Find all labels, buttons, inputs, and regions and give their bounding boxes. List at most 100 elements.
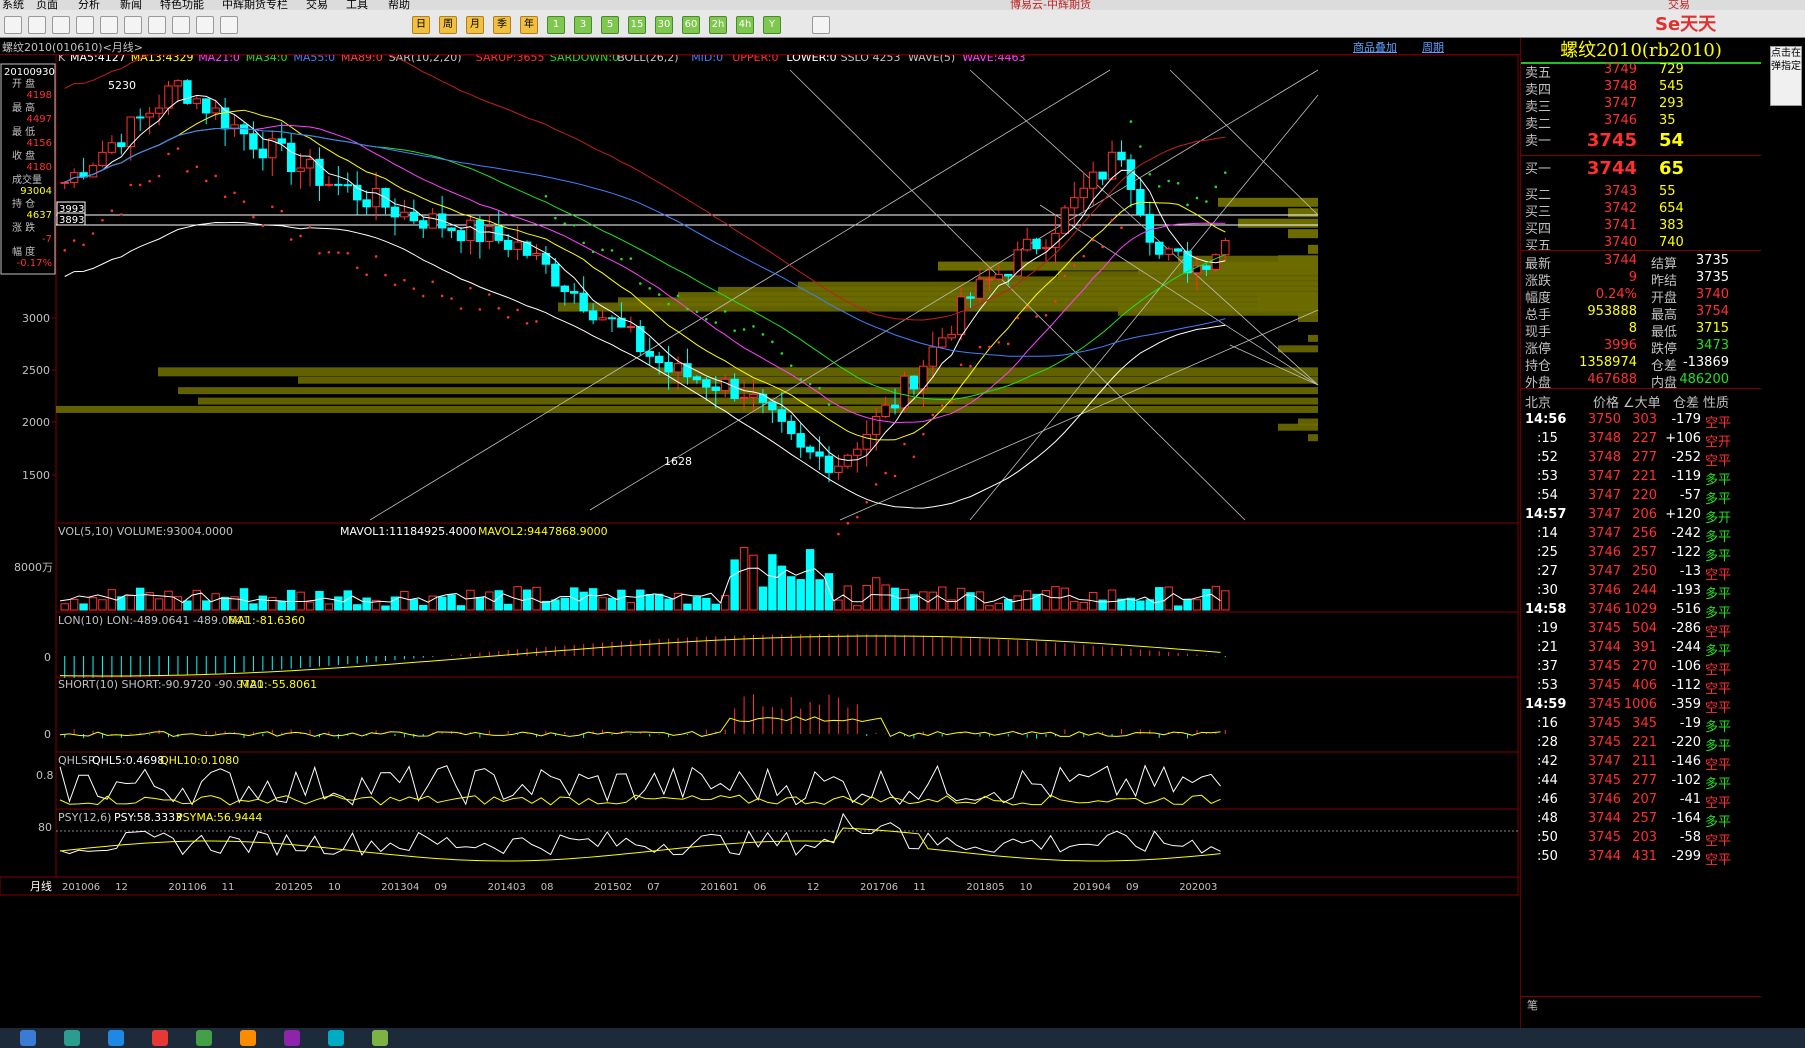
taskbar-app-icon-5[interactable] (240, 1030, 256, 1046)
volume-bar (985, 605, 994, 611)
menu-item-5[interactable]: 中辉期货专栏 (222, 0, 288, 10)
period-button-6[interactable]: 3 (574, 16, 592, 34)
volume-bar (126, 595, 135, 611)
side-popup-button[interactable]: 点击在弹指定 (1770, 46, 1802, 106)
menu-item-4[interactable]: 特色功能 (160, 0, 204, 10)
psy-axis-label: 80 (38, 821, 52, 834)
menu-item-7[interactable]: 工具 (346, 0, 368, 10)
period-button-10[interactable]: 60 (682, 16, 700, 34)
tick-row-20-cell-2: 207 (1632, 792, 1657, 807)
kline-chart[interactable]: 20100930开 盘4198最 高4497最 低4156收 盘4180成交量9… (0, 55, 1520, 1028)
zoom-in-icon[interactable] (52, 16, 70, 34)
period-button-7[interactable]: 5 (601, 16, 619, 34)
bid-row-2-cell-1: 3742 (1603, 201, 1637, 216)
sar-dot (148, 179, 151, 183)
period-button-3[interactable]: 季 (493, 16, 511, 34)
trade-button[interactable]: 交易 (1668, 0, 1690, 10)
x-tick-19: 201904 (1073, 882, 1111, 893)
taskbar-app-icon-1[interactable] (64, 1030, 80, 1046)
period-button-2[interactable]: 月 (466, 16, 484, 34)
period-button-0[interactable]: 日 (412, 16, 430, 34)
tick-row-12-cell-1: 3744 (1587, 640, 1621, 655)
x-tick-7: 09 (434, 882, 447, 893)
period-button-5[interactable]: 1 (547, 16, 565, 34)
candle-body (154, 107, 164, 114)
taskbar-app-icon-2[interactable] (108, 1030, 124, 1046)
tick-row-11-cell-1: 3745 (1587, 621, 1621, 636)
menu-item-2[interactable]: 分析 (78, 0, 100, 10)
new-icon[interactable] (172, 16, 190, 34)
filter-icon[interactable] (148, 16, 166, 34)
volume-bar (1202, 588, 1211, 611)
pen-icon[interactable] (124, 16, 142, 34)
tick-row-11-cell-2: 504 (1632, 621, 1657, 636)
period-button-8[interactable]: 15 (628, 16, 646, 34)
volume-bar (683, 603, 692, 611)
taskbar-app-icon-7[interactable] (328, 1030, 344, 1046)
taskbar-app-icon-0[interactable] (20, 1030, 36, 1046)
draw-icon[interactable] (100, 16, 118, 34)
candle-body (730, 378, 739, 400)
trade-tab[interactable]: 笔 (1521, 996, 1761, 1012)
refresh-icon[interactable] (28, 16, 46, 34)
overlay-link[interactable]: 商品叠加 (1353, 39, 1397, 55)
sar-dot (101, 218, 104, 222)
volume-bar (400, 591, 409, 611)
period-button-12[interactable]: 4h (736, 16, 754, 34)
volume-bar (286, 589, 296, 611)
period-button-13[interactable]: Y (763, 16, 781, 34)
menu-item-0[interactable]: 系统 (2, 0, 24, 10)
sar-dot (120, 213, 123, 216)
tick-row-1-cell-2: 227 (1632, 431, 1657, 446)
taskbar-app-icon-8[interactable] (372, 1030, 388, 1046)
menu-item-1[interactable]: 页面 (36, 0, 58, 10)
profile-bar (198, 397, 1318, 405)
qhlsr-title: QHLSR (58, 754, 96, 767)
menu-item-3[interactable]: 新闻 (120, 0, 142, 10)
sar-dot (1129, 120, 1133, 123)
zoom-out-icon[interactable] (76, 16, 94, 34)
stat-row-2-cell-3: 3740 (1695, 287, 1729, 302)
sar-dot (865, 501, 869, 504)
period-button-1[interactable]: 周 (439, 16, 457, 34)
sar-dot (186, 170, 189, 173)
stat-row-7: 外盘 467688 内盘 486200 (1521, 370, 1761, 391)
candle-body (211, 107, 220, 114)
tick-row-14-cell-1: 3745 (1587, 678, 1621, 693)
tick-icon[interactable] (220, 16, 238, 34)
tick-row-5-cell-2: 206 (1632, 507, 1657, 522)
period-button-11[interactable]: 2h (709, 16, 727, 34)
indicator-5: MA89:0 (341, 55, 383, 64)
x-tick-12: 201601 (700, 882, 738, 893)
info-value-1: 4497 (27, 114, 52, 125)
calc-icon[interactable] (812, 16, 830, 34)
home-icon[interactable] (4, 16, 22, 34)
period-button-4[interactable]: 年 (520, 16, 538, 34)
period-link[interactable]: 周期 (1422, 39, 1444, 55)
menu-item-8[interactable]: 帮助 (388, 0, 410, 10)
candle-body (145, 112, 154, 118)
candle-body (362, 199, 371, 208)
sar-dot (327, 250, 331, 254)
sar-dot (1044, 313, 1048, 317)
volume-bar (824, 573, 834, 611)
chart-title: 螺纹2010(010610)<月线> (2, 41, 144, 54)
grid-icon[interactable] (196, 16, 214, 34)
candle-body (985, 278, 994, 281)
taskbar-app-icon-4[interactable] (196, 1030, 212, 1046)
sar-dot (195, 165, 199, 169)
sar-dot (1006, 342, 1010, 346)
tick-row-8-cell-0: :27 (1537, 564, 1558, 579)
volume-bar (268, 597, 277, 611)
period-button-9[interactable]: 30 (655, 16, 673, 34)
menu-item-6[interactable]: 交易 (306, 0, 328, 10)
volume-bar (1060, 587, 1070, 611)
taskbar-app-icon-6[interactable] (284, 1030, 300, 1046)
tick-row-10-cell-0: 14:58 (1525, 602, 1567, 617)
candle-body (1070, 197, 1079, 209)
volume-bar (654, 593, 664, 611)
tick-row-19-cell-0: :44 (1537, 773, 1558, 788)
tick-row-14-cell-3: -112 (1671, 678, 1701, 693)
taskbar-app-icon-3[interactable] (152, 1030, 168, 1046)
ask-row-3-cell-1: 3746 (1603, 113, 1637, 128)
